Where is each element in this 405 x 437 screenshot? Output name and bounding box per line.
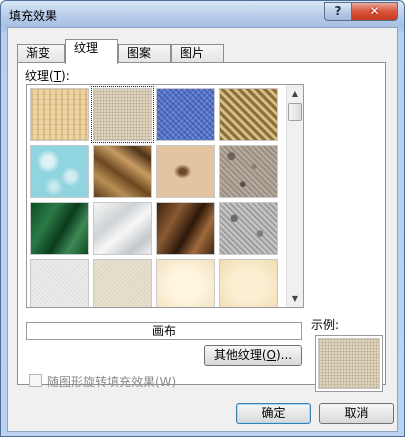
texture-swatch[interactable]	[28, 86, 91, 143]
texture-gallery: ▲ ▼	[26, 84, 304, 308]
texture-swatch-selected[interactable]	[91, 86, 154, 143]
texture-image	[219, 88, 278, 141]
texture-image	[219, 145, 278, 198]
texture-image	[156, 259, 215, 307]
texture-image	[30, 202, 89, 255]
other-texture-suffix: )...	[276, 348, 293, 362]
scroll-thumb[interactable]	[288, 103, 302, 121]
texture-swatch[interactable]	[217, 257, 280, 307]
tab-picture[interactable]: 图片	[171, 44, 224, 63]
gallery-scrollbar[interactable]: ▲ ▼	[286, 85, 303, 307]
preview-label: 示例:	[311, 318, 340, 332]
tab-texture[interactable]: 纹理	[65, 39, 118, 64]
close-button[interactable]: ✕	[351, 2, 398, 21]
texture-image	[93, 88, 152, 141]
rotate-with-shape-checkbox[interactable]	[29, 374, 42, 387]
texture-name-field: 画布	[26, 322, 302, 340]
texture-swatch[interactable]	[217, 200, 280, 257]
texture-image	[93, 259, 152, 307]
texture-image	[156, 88, 215, 141]
texture-image	[219, 202, 278, 255]
dialog-title: 填充效果	[9, 9, 58, 23]
texture-image	[219, 259, 278, 307]
preview-image	[318, 338, 380, 389]
other-texture-button[interactable]: 其他纹理(O)...	[204, 345, 302, 366]
texture-swatch[interactable]	[217, 143, 280, 200]
tab-gradient[interactable]: 渐变	[17, 44, 65, 63]
texture-swatch[interactable]	[91, 257, 154, 307]
texture-image	[30, 145, 89, 198]
texture-image	[156, 145, 215, 198]
texture-image	[93, 202, 152, 255]
texture-swatch[interactable]	[217, 86, 280, 143]
texture-label-suffix: ):	[61, 69, 70, 83]
title-bar[interactable]: 填充效果 ? ✕	[1, 1, 404, 27]
texture-preview	[315, 335, 383, 392]
texture-image	[156, 202, 215, 255]
scroll-up-icon[interactable]: ▲	[287, 85, 303, 102]
texture-swatch[interactable]	[154, 257, 217, 307]
texture-label-key: T	[53, 69, 62, 83]
fill-effects-dialog: 填充效果 ? ✕ 渐变 纹理 图案 图片 纹理(T): ▲ ▼ 画布 其他纹理(…	[0, 0, 405, 437]
texture-swatch[interactable]	[91, 143, 154, 200]
rotate-with-shape-label: 随图形旋转填充效果(W)	[47, 375, 177, 389]
texture-panel: 纹理(T): ▲ ▼ 画布 其他纹理(O)... 示例: 随图形旋转填充效果(W…	[17, 62, 386, 392]
scroll-down-icon[interactable]: ▼	[287, 290, 303, 307]
tab-pattern[interactable]: 图案	[118, 44, 171, 63]
texture-swatch[interactable]	[28, 257, 91, 307]
texture-swatch[interactable]	[154, 143, 217, 200]
texture-image	[30, 88, 89, 141]
texture-swatch[interactable]	[154, 86, 217, 143]
texture-image	[93, 145, 152, 198]
texture-label-prefix: 纹理(	[25, 69, 54, 83]
texture-label: 纹理(T):	[25, 67, 70, 84]
help-button[interactable]: ?	[324, 2, 352, 21]
texture-swatch[interactable]	[28, 143, 91, 200]
ok-button[interactable]: 确定	[236, 403, 311, 424]
texture-swatch[interactable]	[28, 200, 91, 257]
cancel-button[interactable]: 取消	[319, 403, 394, 424]
other-texture-key: O	[266, 348, 276, 362]
other-texture-prefix: 其他纹理(	[213, 348, 267, 362]
texture-swatch[interactable]	[91, 200, 154, 257]
dialog-body: 渐变 纹理 图案 图片 纹理(T): ▲ ▼ 画布 其他纹理(O)... 示例:…	[7, 27, 398, 432]
texture-image	[30, 259, 89, 307]
texture-swatch[interactable]	[154, 200, 217, 257]
texture-grid	[28, 86, 284, 307]
